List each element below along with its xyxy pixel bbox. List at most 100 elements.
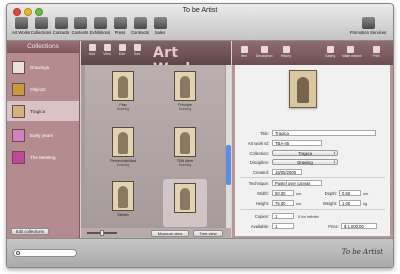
add-button[interactable]: Add [85,44,99,56]
tab-make-artwork[interactable]: Make artwork [342,46,362,58]
grid-scroll-thumb[interactable] [226,145,231,185]
tab-description[interactable]: Description [256,46,273,58]
discipline-select-value: Drawing [297,160,313,165]
artwork-cell[interactable]: Sketch [103,181,143,233]
gallery-icon [326,46,334,53]
print-button[interactable]: Print [368,46,384,58]
sales-icon [153,17,167,29]
sidebar-item-the-meeting[interactable]: The Meeting [7,147,79,167]
artwork-thumbnail [174,127,196,157]
artworks-icon [14,17,28,29]
sidebar-header: Collections [7,41,79,53]
press-icon [113,17,127,29]
height-field[interactable]: 75,00 [272,200,294,206]
depth-label: Depth: [324,191,337,196]
contents-icon [73,17,87,29]
chevron-updown-icon: ⇕ [332,160,336,164]
toolbar-press[interactable]: Press [109,17,131,39]
artwork-thumbnail [112,71,134,101]
artwork-id-label: Art work Id: [247,141,269,146]
height-label: Height: [255,201,269,206]
print-icon [372,46,380,53]
artwork-cell[interactable]: Plan Drawing [103,71,143,123]
price-field[interactable]: $ 1.000,00 [341,223,377,229]
promotion-icon [361,17,375,29]
zoom-slider-knob[interactable] [100,230,104,236]
detail-header: Item Description History Gallery Make ar… [232,41,393,65]
artwork-cell[interactable]: Persevirabilitad Drawing [103,127,143,179]
created-date-field[interactable]: 15/05/2008 [272,169,302,175]
toolbar-exhibitions[interactable]: Exhibitions [89,17,111,39]
technique-field[interactable]: Pastel over canvas [272,180,322,186]
title-toolbar: To be Artist Art Works Collections Conta… [7,4,393,41]
height-unit: cm [296,201,302,206]
discipline-select[interactable]: Drawing ⇕ [272,159,338,165]
collection-thumbnail [12,60,25,74]
view-button[interactable]: View [100,44,114,56]
sort-button[interactable]: Sort [130,44,144,56]
collection-label: Collection: [249,151,269,156]
make-artwork-icon [346,46,354,53]
toolbar-collections[interactable]: Collections [30,17,52,39]
toolbar-art-works[interactable]: Art Works [10,17,32,39]
tab-history[interactable]: History [278,46,294,58]
weight-label: Weight: [322,201,337,206]
grid-scrollbar[interactable] [226,65,231,228]
window-title: To be Artist [182,7,218,14]
copies-label: Copies: [254,214,269,219]
price-label: Price: [328,224,339,229]
depth-unit: cm [363,191,369,196]
artwork-cell-selected[interactable] [163,179,207,227]
toolbar-contents[interactable]: Contents [69,17,91,39]
edit-collections-button[interactable]: Edit collections [11,228,49,235]
available-field[interactable]: 1 [272,223,294,229]
zoom-slider[interactable] [87,230,117,236]
copies-field[interactable]: 1 [272,213,294,219]
artwork-thumbnail [174,71,196,101]
technique-label: Technique: [248,181,269,186]
exhibitions-icon [93,17,107,29]
contracts-icon [133,17,147,29]
sidebar-item-drawings[interactable]: Drawings [7,57,79,77]
sidebar-item-early-years[interactable]: Early years [7,125,79,145]
toolbar-promotion-services[interactable]: Promotion Services [347,17,389,39]
width-label: Width: [257,191,269,196]
artwork-thumbnail [174,183,196,213]
discipline-label: Discipline: [249,160,269,165]
search-input[interactable] [13,249,77,257]
sidebar-item-objects[interactable]: Objects [7,79,79,99]
title-field[interactable]: Tragica [272,130,376,136]
grid-footer: Museum view Tree view [81,228,231,238]
collection-thumbnail [12,104,25,118]
artwork-thumbnail [112,181,134,211]
artwork-cell[interactable]: TBA idem Drawing [165,127,205,179]
tab-item[interactable]: Item [236,46,252,58]
add-icon [88,44,96,51]
edit-icon [118,44,126,51]
artwork-thumbnail [112,127,134,157]
edit-button[interactable]: Edit [115,44,129,56]
toolbar-contracts[interactable]: Contracts [129,17,151,39]
title-label: Title: [260,131,269,136]
collection-select[interactable]: Tragica ⇕ [272,150,338,156]
width-field[interactable]: 50,00 [272,190,294,196]
artwork-preview-image [289,70,317,108]
depth-field[interactable]: 0,50 [339,190,361,196]
sort-icon [133,44,141,51]
view-icon [103,44,111,51]
item-icon [240,46,248,53]
artwork-id-field[interactable]: TBA-45 [272,140,322,146]
copies-note: 0 for infinite [298,214,319,219]
artwork-cell[interactable]: Principe Drawing [165,71,205,123]
contacts-icon [54,17,68,29]
created-label: Created: [252,170,269,175]
museum-view-button[interactable]: Museum view [151,230,189,237]
tree-view-button[interactable]: Tree view [193,230,223,237]
sidebar-item-tragica[interactable]: Tragica [7,101,79,121]
toolbar-sales[interactable]: Sales [149,17,171,39]
app-brand: To be Artist [341,248,383,256]
search-icon [16,251,20,255]
tab-gallery[interactable]: Gallery [322,46,338,58]
artworks-grid-panel: Add View Edit Sort Art Works Plan Drawin… [81,41,231,238]
weight-field[interactable]: 1,00 [339,200,361,206]
